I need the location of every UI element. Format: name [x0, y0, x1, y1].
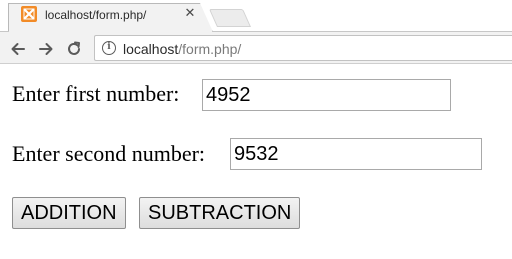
subtraction-button[interactable]: SUBTRACTION — [139, 197, 301, 229]
url-path: /form.php/ — [178, 41, 242, 57]
tab-strip: localhost/form.php/ ✕ — [0, 0, 512, 32]
first-number-input[interactable] — [202, 79, 451, 111]
url-text[interactable]: localhost/form.php/ — [123, 41, 241, 57]
second-number-input[interactable] — [230, 138, 482, 170]
xampp-icon — [21, 6, 37, 22]
url-host: localhost — [123, 41, 179, 57]
back-arrow-icon[interactable] — [9, 40, 27, 58]
browser-toolbar: i localhost/form.php/ — [0, 32, 512, 64]
forward-arrow-icon[interactable] — [37, 40, 55, 58]
tab-title: localhost/form.php/ — [45, 8, 147, 22]
reload-icon[interactable] — [65, 40, 83, 58]
new-tab-button[interactable] — [208, 9, 252, 27]
info-icon[interactable]: i — [102, 41, 116, 55]
close-icon[interactable]: ✕ — [181, 5, 199, 23]
addition-button[interactable]: ADDITION — [12, 197, 126, 229]
address-bar[interactable]: i localhost/form.php/ — [94, 35, 512, 61]
first-number-label: Enter first number: — [12, 81, 180, 106]
second-number-label: Enter second number: — [12, 141, 206, 166]
